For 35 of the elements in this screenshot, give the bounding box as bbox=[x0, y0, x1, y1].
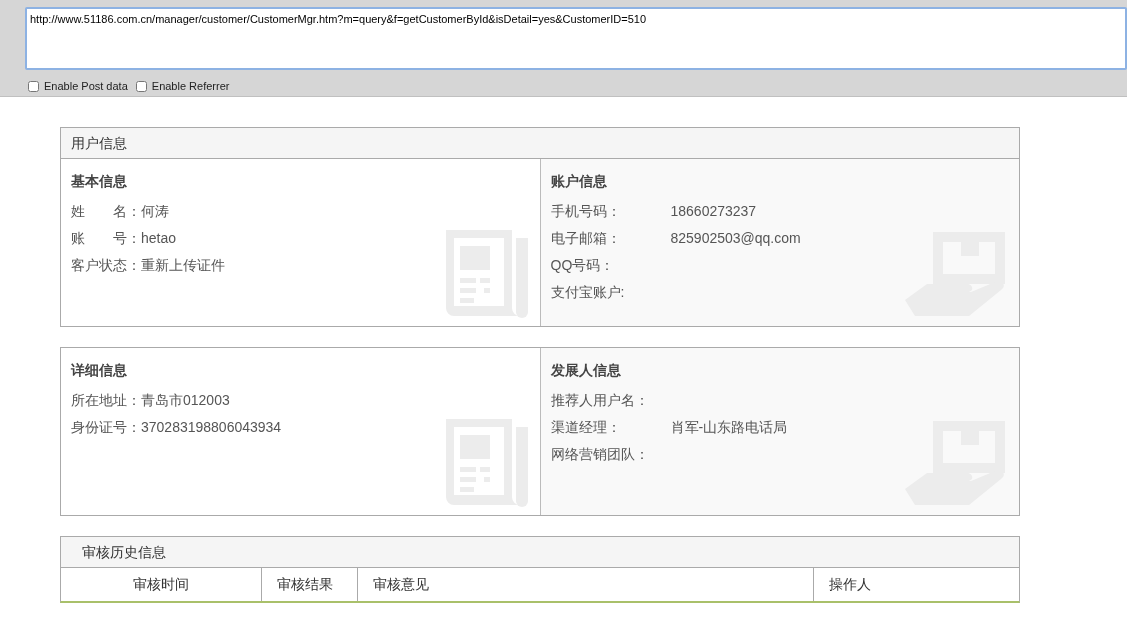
checkbox[interactable] bbox=[135, 80, 147, 92]
field-label: 身份证号： bbox=[71, 418, 141, 436]
field-label: 所在地址： bbox=[71, 391, 141, 409]
field-label: 姓 名： bbox=[71, 202, 141, 220]
field-label: 推荐人用户名： bbox=[550, 391, 650, 409]
field-value: hetao bbox=[141, 229, 177, 247]
section-title: 发展人信息 bbox=[550, 361, 622, 380]
field-label: 支付宝账户: bbox=[550, 283, 626, 301]
field-value: 何涛 bbox=[141, 202, 169, 220]
column-header: 操作人 bbox=[828, 575, 872, 594]
column-header: 审核结果 bbox=[262, 568, 358, 601]
field-label: 网络营销团队： bbox=[550, 445, 650, 463]
panel-title: 审核历史信息 bbox=[61, 537, 1019, 568]
checkbox[interactable] bbox=[28, 80, 39, 92]
column-header: 审核意见 bbox=[358, 568, 814, 601]
section-title: 基本信息 bbox=[71, 172, 128, 191]
section-title: 账户信息 bbox=[550, 172, 608, 191]
panel-title: 用户信息 bbox=[61, 128, 1019, 159]
checkbox-label: Enable Referrer bbox=[151, 79, 230, 94]
field-label: 渠道经理： bbox=[550, 418, 622, 436]
field-label: 手机号码： bbox=[550, 202, 622, 220]
checkbox-label: Enable Post data bbox=[44, 79, 128, 94]
field-value: 重新上传证件 bbox=[141, 256, 225, 274]
field-label: QQ号码： bbox=[550, 256, 616, 274]
field-value: 825902503@qq.com bbox=[670, 229, 801, 247]
field-label: 客户状态： bbox=[71, 256, 141, 274]
field-value: 肖军-山东路电话局 bbox=[670, 418, 788, 436]
field-value: 370283198806043934 bbox=[141, 418, 282, 436]
url-input-field[interactable]: http://www.51186.com.cn/manager/customer/CustomerMgr.htm?m=query&f=getCustomerById&isDetail=yes&CustomerID=510 bbox=[25, 7, 1127, 70]
field-value: 青岛市012003 bbox=[141, 391, 230, 409]
section-title: 详细信息 bbox=[71, 361, 128, 380]
column-header: 审核时间 bbox=[61, 568, 262, 601]
field-value: 18660273237 bbox=[670, 202, 757, 220]
field-label: 电子邮箱： bbox=[550, 229, 622, 247]
field-label: 账 号： bbox=[71, 229, 141, 247]
